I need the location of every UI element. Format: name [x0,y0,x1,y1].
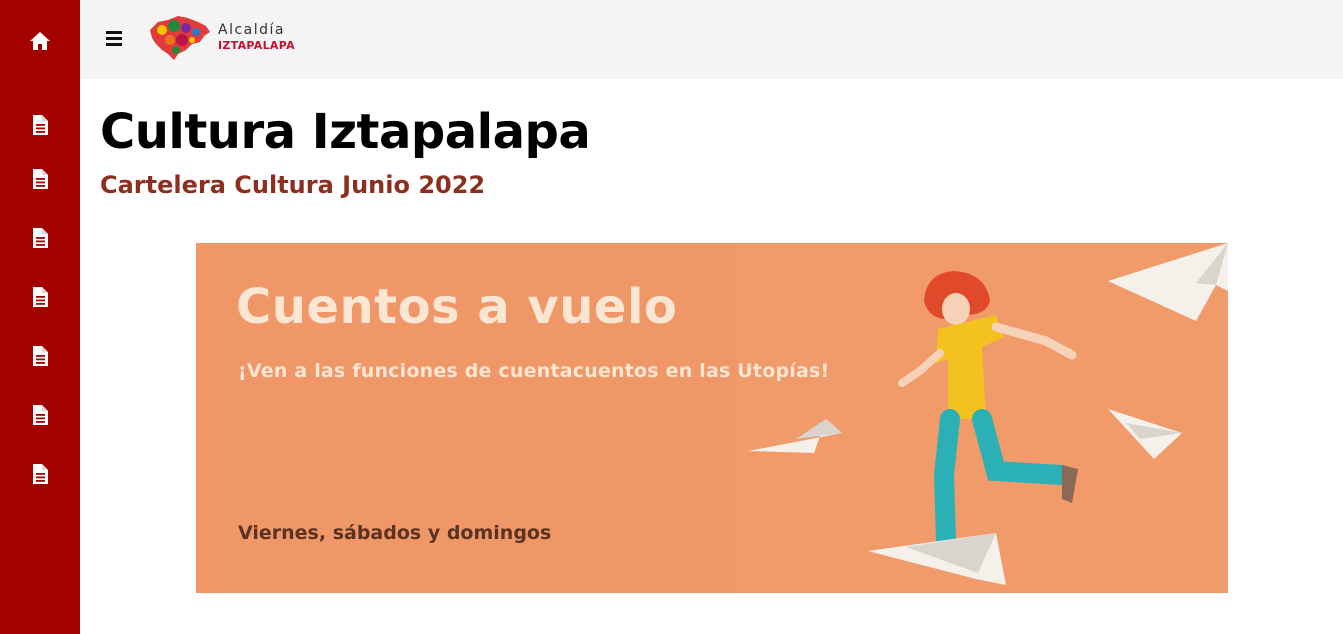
banner-days: Viernes, sábados y domingos [238,522,552,544]
iztapalapa-map-icon [150,16,210,60]
banner-title: Cuentos a vuelo [236,279,678,335]
girl-figure [898,271,1078,555]
hamburger-icon-bar [106,37,122,40]
paper-plane-icon [1108,409,1182,459]
logo-line1: Alcaldía [218,22,285,38]
sidebar-item-doc-7[interactable] [0,454,80,494]
sidebar-item-doc-4[interactable] [0,277,80,317]
sidebar-item-doc-2[interactable] [0,159,80,199]
sidebar-item-doc-3[interactable] [0,218,80,258]
hamburger-icon-bar [106,31,122,34]
document-icon [33,346,48,366]
paper-plane-icon [748,419,842,453]
logo-line2: IZTAPALAPA [218,39,295,52]
document-icon [33,405,48,425]
sidebar-item-home[interactable] [0,21,80,61]
sidebar [0,0,80,634]
top-bar: Alcaldía IZTAPALAPA [80,0,1343,79]
document-icon [33,115,48,135]
document-icon [33,228,48,248]
sidebar-item-doc-5[interactable] [0,336,80,376]
paper-plane-icon [1108,243,1228,321]
menu-toggle-button[interactable] [104,28,126,50]
sidebar-item-doc-6[interactable] [0,395,80,435]
document-icon [33,464,48,484]
page-title: Cultura Iztapalapa [100,104,591,160]
page-subtitle: Cartelera Cultura Junio 2022 [100,171,486,199]
document-icon [33,169,48,189]
alcaldia-logo[interactable]: Alcaldía IZTAPALAPA [148,14,300,62]
event-banner[interactable]: Cuentos a vuelo ¡Ven a las funciones de … [196,243,1228,593]
sidebar-item-doc-1[interactable] [0,105,80,145]
banner-subtitle: ¡Ven a las funciones de cuentacuentos en… [238,360,830,382]
document-icon [33,287,48,307]
hamburger-icon-bar [106,43,122,46]
home-icon [30,32,50,50]
